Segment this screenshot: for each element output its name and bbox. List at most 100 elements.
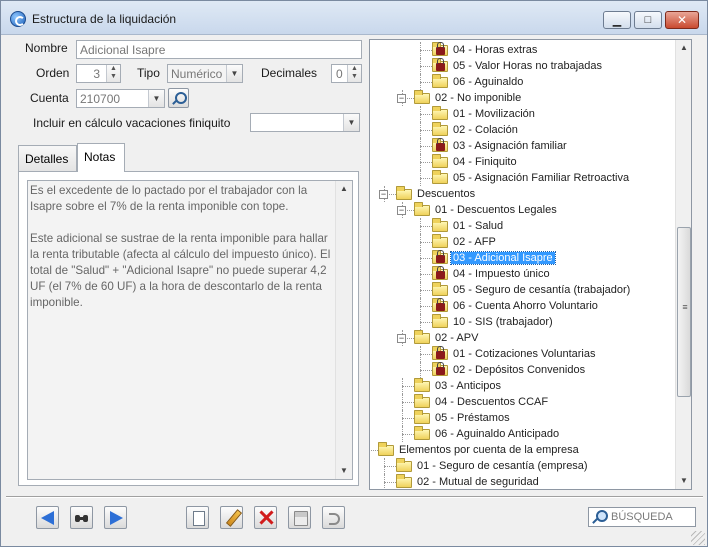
tree-node[interactable]: 03 - Anticipos [370, 378, 670, 394]
new-button[interactable] [186, 506, 209, 529]
collapse-icon[interactable]: − [397, 206, 406, 215]
delete-button[interactable] [254, 506, 277, 529]
orden-stepper[interactable]: ▲ ▼ [106, 65, 120, 82]
folder-icon [414, 330, 430, 344]
tree-node[interactable]: 01 - Movilización [370, 106, 670, 122]
folder-icon [414, 426, 430, 440]
tree-guide-line [370, 450, 378, 451]
notes-textarea[interactable]: Es el excedente de lo pactado por el tra… [27, 180, 353, 480]
tree-node-label: Descuentos [417, 188, 476, 200]
tree-guide-line [402, 402, 414, 403]
tree-node[interactable]: 02 - Mutual de seguridad [370, 474, 670, 489]
tree-guide-line [420, 266, 421, 282]
chevron-down-icon[interactable]: ▼ [343, 114, 359, 131]
decimales-stepper[interactable]: ▲ ▼ [347, 65, 361, 82]
undo-button[interactable] [322, 506, 345, 529]
close-button[interactable]: ✕ [665, 11, 699, 29]
previous-record-button[interactable] [36, 506, 59, 529]
next-record-button[interactable] [104, 506, 127, 529]
tree-scrollbar[interactable]: ▲ ▼ [675, 40, 691, 489]
minimize-button[interactable]: ▁ [603, 11, 631, 29]
lock-icon [436, 298, 445, 311]
collapse-icon[interactable]: − [397, 94, 406, 103]
tree-guide-line [420, 298, 421, 314]
tree-node[interactable]: 05 - Seguro de cesantía (trabajador) [370, 282, 670, 298]
tree-node[interactable]: 03 - Adicional Isapre [370, 250, 670, 266]
tree-node-label: 03 - Asignación familiar [453, 140, 567, 152]
tree-node[interactable]: − 01 - Descuentos Legales [370, 202, 670, 218]
tab-detalles[interactable]: Detalles [18, 145, 77, 171]
tab-notas[interactable]: Notas [77, 143, 125, 172]
tree-node-label: 03 - Anticipos [435, 380, 502, 392]
tree-guide-line [420, 290, 432, 291]
tree-guide-line [402, 378, 403, 394]
collapse-icon[interactable]: − [397, 334, 406, 343]
tree-node[interactable]: 01 - Cotizaciones Voluntarias [370, 346, 670, 362]
scroll-up-icon[interactable]: ▲ [676, 40, 691, 56]
lock-icon [436, 138, 445, 151]
tree-node[interactable]: − 02 - No imponible [370, 90, 670, 106]
tree-guide-line [420, 130, 432, 131]
nombre-input[interactable]: Adicional Isapre [76, 40, 362, 59]
resize-grip-icon[interactable] [691, 531, 705, 545]
tree-guide-line [420, 74, 421, 90]
tree-node[interactable]: 01 - Salud [370, 218, 670, 234]
search-input[interactable]: BÚSQUEDA [588, 507, 696, 527]
tree-node-label: 04 - Horas extras [453, 44, 538, 56]
concept-tree[interactable]: 04 - Horas extras 05 - Valor Horas no tra… [369, 39, 692, 490]
stepper-up-icon[interactable]: ▲ [348, 65, 361, 73]
tree-guide-line [420, 138, 421, 154]
tree-node[interactable]: 01 - Seguro de cesantía (empresa) [370, 458, 670, 474]
tree-node[interactable]: − Descuentos [370, 186, 670, 202]
tree-guide-line [420, 370, 432, 371]
main-window: Estructura de la liquidación ▁ □ ✕ Nombr… [0, 0, 708, 547]
save-button[interactable] [288, 506, 311, 529]
search-account-button[interactable] [168, 88, 189, 108]
scroll-up-icon[interactable]: ▲ [336, 181, 352, 197]
collapse-icon[interactable]: − [369, 446, 370, 455]
tree-node[interactable]: 04 - Finiquito [370, 154, 670, 170]
tree-node[interactable]: 02 - AFP [370, 234, 670, 250]
stepper-up-icon[interactable]: ▲ [107, 65, 120, 73]
tree-node[interactable]: 04 - Descuentos CCAF [370, 394, 670, 410]
folder-icon [432, 106, 448, 120]
tree-node[interactable]: 10 - SIS (trabajador) [370, 314, 670, 330]
title-bar[interactable]: Estructura de la liquidación ▁ □ ✕ [1, 1, 707, 35]
folder-icon [396, 186, 412, 200]
tree-node[interactable]: 04 - Impuesto único [370, 266, 670, 282]
tree-node[interactable]: 02 - Colación [370, 122, 670, 138]
tree-guide-line [420, 322, 432, 323]
collapse-icon[interactable]: − [379, 190, 388, 199]
chevron-down-icon[interactable]: ▼ [226, 65, 242, 82]
tree-guide-line [420, 242, 432, 243]
find-button[interactable] [70, 506, 93, 529]
tree-guide-line [420, 346, 421, 362]
tree-node[interactable]: 02 - Depósitos Convenidos [370, 362, 670, 378]
chevron-down-icon[interactable]: ▼ [148, 90, 164, 107]
edit-button[interactable] [220, 506, 243, 529]
tree-guide-line [420, 218, 421, 234]
tree-node[interactable]: 05 - Préstamos [370, 410, 670, 426]
maximize-button[interactable]: □ [634, 11, 662, 29]
scroll-thumb[interactable] [677, 227, 691, 397]
tree-guide-line [420, 354, 432, 355]
tree-guide-line [420, 114, 432, 115]
tree-node[interactable]: − Elementos por cuenta de la empresa [370, 442, 670, 458]
stepper-down-icon[interactable]: ▼ [348, 73, 361, 81]
tree-node[interactable]: 04 - Horas extras [370, 42, 670, 58]
tree-node[interactable]: 06 - Cuenta Ahorro Voluntario [370, 298, 670, 314]
tree-node[interactable]: 06 - Aguinaldo Anticipado [370, 426, 670, 442]
tree-node[interactable]: − 02 - APV [370, 330, 670, 346]
scroll-down-icon[interactable]: ▼ [336, 463, 352, 479]
tree-node[interactable]: 05 - Asignación Familiar Retroactiva [370, 170, 670, 186]
tree-node[interactable]: 05 - Valor Horas no trabajadas [370, 58, 670, 74]
tree-node[interactable]: 03 - Asignación familiar [370, 138, 670, 154]
tree-node-label: 05 - Asignación Familiar Retroactiva [453, 172, 630, 184]
tree-node-label-selected: 03 - Adicional Isapre [450, 251, 556, 265]
notes-scrollbar[interactable]: ▲ ▼ [335, 181, 352, 479]
tree-node[interactable]: 06 - Aguinaldo [370, 74, 670, 90]
tree-guide-line [420, 50, 432, 51]
stepper-down-icon[interactable]: ▼ [107, 73, 120, 81]
scroll-down-icon[interactable]: ▼ [676, 473, 691, 489]
folder-icon [414, 394, 430, 408]
